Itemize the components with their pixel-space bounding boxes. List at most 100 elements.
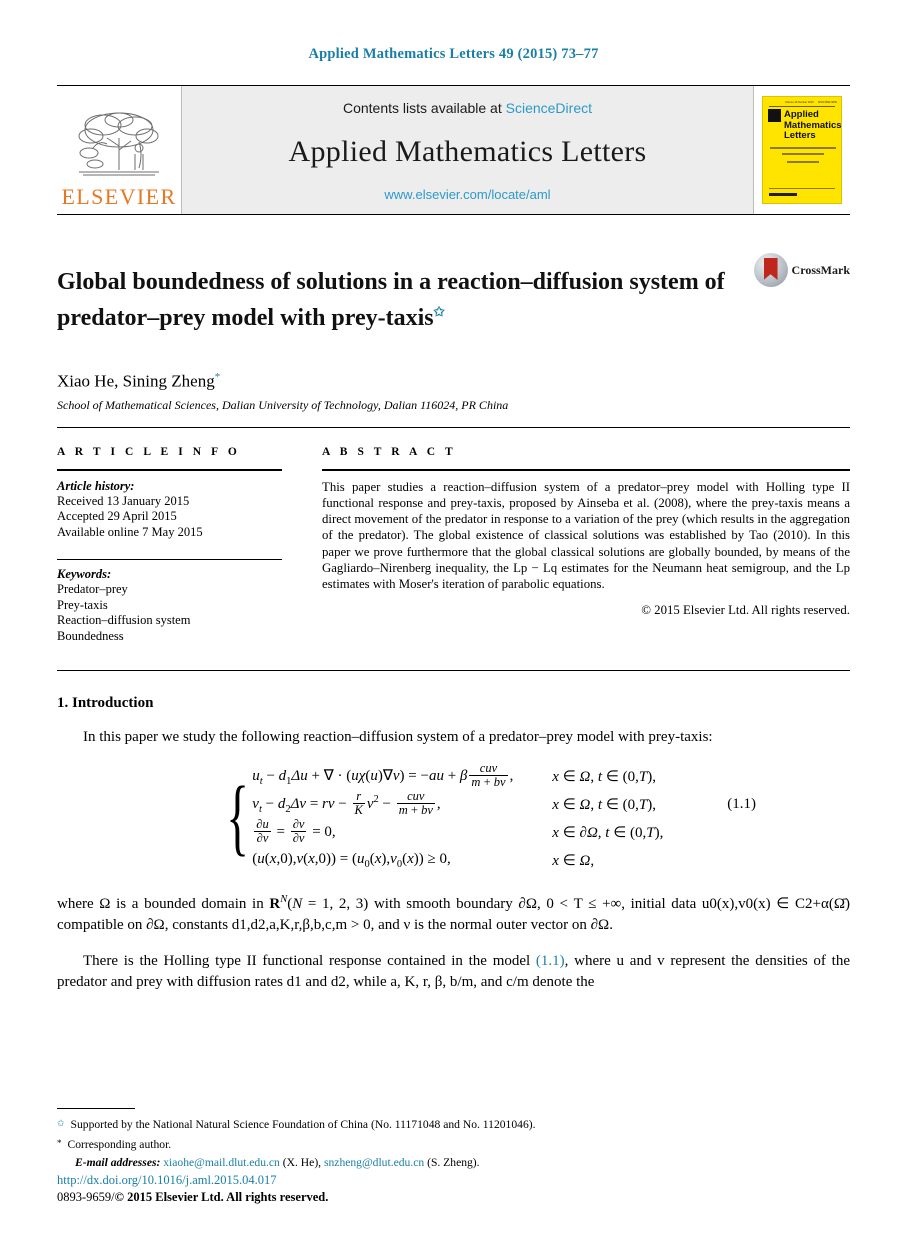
equation-rows: ut − d1Δu + ∇ · (uχ(u)∇v) = −au + β cuv m … xyxy=(252,760,757,874)
equation-condition: x ∈ Ω, t ∈ (0,T), xyxy=(552,796,656,813)
abstract-text: This paper studies a reaction–diffusion … xyxy=(322,479,850,592)
article-history-online: Available online 7 May 2015 xyxy=(57,524,203,539)
journal-name: Applied Mathematics Letters xyxy=(288,134,647,168)
keyword-item: Prey-taxis xyxy=(57,597,108,612)
cover-title-line1: Applied xyxy=(784,109,819,120)
article-history-accepted: Accepted 29 April 2015 xyxy=(57,509,177,524)
email-addresses-label: E-mail addresses: xyxy=(75,1155,161,1169)
footnote-funding: ✩ Supported by the National Natural Scie… xyxy=(57,1117,850,1133)
intro-paragraph-2: where Ω is a bounded domain in RN(N = 1,… xyxy=(57,894,850,934)
equation-row: vt − d2Δv = rv − r Kv2 − cuv m + bv, x ∈ Ω… xyxy=(252,788,757,818)
article-history-received: Received 13 January 2015 xyxy=(57,493,190,508)
equation-lhs: ut − d1Δu + ∇ · (uχ(u)∇v) = −au + β cuv m … xyxy=(252,760,514,789)
equation-cross-reference[interactable]: (1.1) xyxy=(536,953,565,969)
footnote-corresponding-text: Corresponding author. xyxy=(67,1138,172,1151)
footnotes: ✩ Supported by the National Natural Scie… xyxy=(57,1107,850,1171)
cover-title: Applied Mathematics Letters xyxy=(784,109,841,142)
equation-1-1: { ut − d1Δu + ∇ · (uχ(u)∇v) = −au + β cuv… xyxy=(57,760,850,874)
contents-available-line: Contents lists available at ScienceDirec… xyxy=(343,100,592,116)
footnote-funding-text: Supported by the National Natural Scienc… xyxy=(70,1117,536,1131)
intro-paragraph-3: There is the Holling type II functional … xyxy=(57,951,850,993)
elsevier-tree-icon xyxy=(73,108,165,184)
equation-condition: x ∈ Ω, t ∈ (0,T), xyxy=(552,768,656,785)
cover-issn-note: ISSN 0893-9659 xyxy=(817,101,837,104)
cover-top-rule xyxy=(769,106,835,107)
title-block: Global boundedness of solutions in a rea… xyxy=(57,251,850,349)
doi-line: http://dx.doi.org/10.1016/j.aml.2015.04.… xyxy=(57,1172,328,1189)
equation-brace: { xyxy=(226,768,249,865)
journal-url-link[interactable]: www.elsevier.com/locate/aml xyxy=(384,187,550,202)
intro-paragraph-1: In this paper we study the following rea… xyxy=(83,729,713,746)
cover-rule-3 xyxy=(787,161,819,163)
cover-rule-1 xyxy=(770,147,836,150)
elsevier-wordmark: ELSEVIER xyxy=(61,184,177,209)
title-footnote-marker[interactable]: ✩ xyxy=(434,304,445,319)
article-info-column: A R T I C L E I N F O Article history: R… xyxy=(57,446,282,645)
issn-prefix: 0893-9659/ xyxy=(57,1190,115,1204)
author-names: Xiao He, Sining Zheng xyxy=(57,371,215,391)
article-info-rule: Article history: Received 13 January 201… xyxy=(57,468,282,541)
affiliation: School of Mathematical Sciences, Dalian … xyxy=(57,397,509,412)
cover-elsevier-mark xyxy=(768,109,781,122)
cover-rule-2 xyxy=(782,153,824,155)
cover-art: Volume 49 Number 2015 ISSN 0893-9659 App… xyxy=(762,96,842,204)
equation-number: (1.1) xyxy=(727,795,757,812)
journal-cover-thumbnail: Volume 49 Number 2015 ISSN 0893-9659 App… xyxy=(753,86,850,214)
email-link-2[interactable]: snzheng@dlut.edu.cn xyxy=(324,1156,424,1169)
abstract-heading: A B S T R A C T xyxy=(322,445,457,458)
page-footer: http://dx.doi.org/10.1016/j.aml.2015.04.… xyxy=(57,1172,328,1206)
cover-rule-4 xyxy=(769,188,835,189)
issn-line: 0893-9659/© 2015 Elsevier Ltd. All right… xyxy=(57,1189,328,1206)
elsevier-logo: ELSEVIER xyxy=(57,86,182,214)
title-line-1: Global boundedness of solutions in a rea… xyxy=(57,269,725,296)
footnote-funding-marker: ✩ xyxy=(57,1117,65,1128)
equation-row: (u(x,0),v(x,0)) = (u0(x),v0(x)) ≥ 0, x ∈… xyxy=(252,846,756,874)
abstract-bottom-divider xyxy=(57,670,850,672)
cover-volume-note: Volume 49 Number 2015 xyxy=(785,101,814,104)
equation-row: ∂u ∂ν = ∂v ∂ν = 0, x ∈ ∂Ω, t ∈ (0,T), xyxy=(252,816,756,846)
footnote-emails: E-mail addresses: xiaohe@mail.dlut.edu.c… xyxy=(75,1155,850,1171)
abstract-column: A B S T R A C T This paper studies a rea… xyxy=(322,446,850,645)
header-divider xyxy=(57,426,850,428)
intro-paragraph-2-a: where Ω is a bounded domain in xyxy=(57,896,270,913)
page-title: Global boundedness of solutions in a rea… xyxy=(57,267,725,333)
email-author-1: (X. He), xyxy=(282,1155,322,1169)
equation-row: ut − d1Δu + ∇ · (uχ(u)∇v) = −au + β cuv m … xyxy=(252,760,756,790)
footnote-corresponding-marker: * xyxy=(57,1138,62,1148)
contents-prefix: Contents lists available at xyxy=(342,100,506,116)
keywords-rule xyxy=(57,559,282,561)
equation-lhs: vt − d2Δv = rv − r Kv2 − cuv m + bv, xyxy=(252,788,441,817)
paper-page: Applied Mathematics Letters 49 (2015) 73… xyxy=(0,0,907,1238)
masthead-center: Contents lists available at ScienceDirec… xyxy=(182,86,753,214)
footnote-divider xyxy=(57,1107,135,1109)
footnote-corresponding: * Corresponding author. xyxy=(57,1137,850,1153)
email-author-2: (S. Zheng). xyxy=(427,1155,480,1169)
journal-masthead: ELSEVIER Contents lists available at Sci… xyxy=(57,85,850,215)
info-abstract-row: A R T I C L E I N F O Article history: R… xyxy=(57,446,850,645)
running-head: Applied Mathematics Letters 49 (2015) 73… xyxy=(308,46,599,62)
cover-title-line3: Letters xyxy=(784,130,816,141)
cover-barcode xyxy=(769,193,797,196)
sciencedirect-link[interactable]: ScienceDirect xyxy=(506,100,592,116)
keyword-item: Boundedness xyxy=(57,628,124,643)
equation-condition: x ∈ ∂Ω, t ∈ (0,T), xyxy=(552,824,664,841)
keywords-label: Keywords: xyxy=(57,567,112,582)
issn-copyright: © 2015 Elsevier Ltd. All rights reserved… xyxy=(114,1190,329,1204)
equation-lhs: ∂u ∂ν = ∂v ∂ν = 0, xyxy=(254,816,336,845)
section-heading-introduction: 1. Introduction xyxy=(57,695,154,712)
crossmark-badge-group[interactable]: CrossMark xyxy=(753,253,850,287)
equation-condition: x ∈ Ω, xyxy=(552,852,595,869)
abstract-copyright: © 2015 Elsevier Ltd. All rights reserved… xyxy=(641,603,850,618)
article-info-heading: A R T I C L E I N F O xyxy=(57,445,241,458)
title-line-2: predator–prey model with prey-taxis xyxy=(57,305,434,332)
crossmark-icon xyxy=(753,253,788,287)
corresponding-author-marker[interactable]: * xyxy=(215,371,221,383)
email-link-1[interactable]: xiaohe@mail.dlut.edu.cn xyxy=(163,1156,280,1169)
keyword-item: Reaction–diffusion system xyxy=(57,613,191,628)
article-history-label: Article history: xyxy=(57,478,135,493)
doi-link[interactable]: http://dx.doi.org/10.1016/j.aml.2015.04.… xyxy=(57,1173,277,1187)
author-list: Xiao He, Sining Zheng* xyxy=(57,371,850,392)
equation-lhs: (u(x,0),v(x,0)) = (u0(x),v0(x)) ≥ 0, xyxy=(252,850,451,870)
keyword-item: Predator–prey xyxy=(57,582,128,597)
